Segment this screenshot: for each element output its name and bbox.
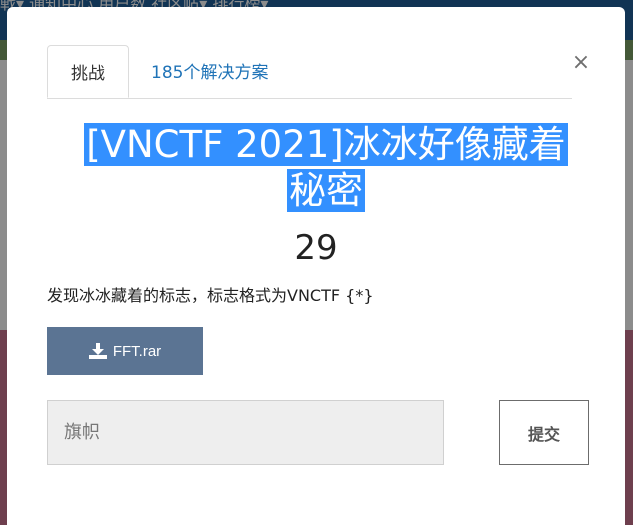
download-file-button[interactable]: FFT.rar [47, 327, 203, 375]
download-file-label: FFT.rar [112, 342, 162, 360]
download-icon [88, 343, 107, 359]
submit-button[interactable]: 提交 [499, 400, 589, 465]
challenge-tabs: 挑战 185个解决方案 [47, 45, 572, 99]
close-icon[interactable]: × [569, 52, 593, 76]
challenge-title: [VNCTF 2021]冰冰好像藏着 秘密 [51, 122, 601, 214]
tab-solutions[interactable]: 185个解决方案 [151, 45, 268, 98]
challenge-points: 29 [294, 228, 338, 268]
tab-challenge[interactable]: 挑战 [47, 45, 129, 98]
challenge-title-line2: 秘密 [287, 169, 365, 212]
challenge-description: 发现冰冰藏着的标志，标志格式为VNCTF {*} [47, 286, 374, 305]
flag-input[interactable] [47, 400, 444, 465]
challenge-modal: × 挑战 185个解决方案 [VNCTF 2021]冰冰好像藏着 秘密 29 发… [7, 7, 625, 525]
challenge-title-line1: [VNCTF 2021]冰冰好像藏着 [84, 123, 568, 166]
